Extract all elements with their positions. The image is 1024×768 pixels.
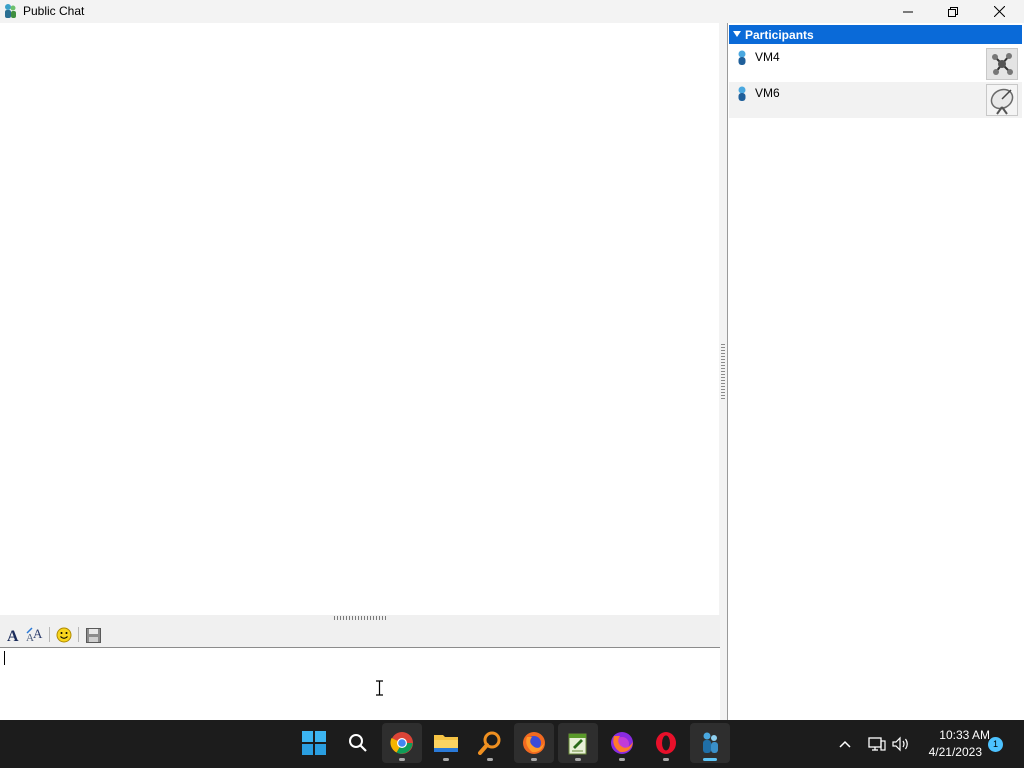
network-button[interactable]: [866, 733, 888, 755]
clock-date[interactable]: 4/21/2023: [916, 745, 982, 759]
user-icon: [738, 86, 746, 101]
collapse-arrow-icon: [733, 31, 741, 37]
network-icon: [868, 737, 886, 751]
volume-icon: [892, 736, 908, 752]
toolbar-separator: [78, 627, 79, 642]
minimize-button[interactable]: [885, 0, 931, 23]
opera-icon: [656, 732, 676, 754]
taskbar-firefox[interactable]: [514, 723, 554, 763]
close-icon: [993, 6, 1005, 17]
participants-header-label: Participants: [745, 28, 814, 42]
taskbar-opera[interactable]: [646, 723, 686, 763]
format-toolbar: [0, 622, 720, 648]
participants-header[interactable]: Participants: [729, 25, 1022, 44]
save-icon: [85, 627, 101, 643]
save-button[interactable]: [83, 625, 103, 645]
chat-messages-area[interactable]: [0, 23, 722, 615]
notification-badge[interactable]: 1: [988, 737, 1003, 752]
search-icon: [349, 734, 367, 752]
file-explorer-icon: [434, 735, 458, 752]
text-caret: [4, 651, 5, 665]
taskbar-search-app[interactable]: [470, 723, 510, 763]
chrome-icon: [390, 732, 413, 754]
search-app-icon: [478, 731, 501, 755]
molecule-avatar-icon: [986, 48, 1018, 80]
restore-button[interactable]: [930, 0, 976, 23]
taskbar-search-button[interactable]: [338, 723, 378, 763]
taskbar-messenger[interactable]: [690, 723, 730, 763]
firefox-nightly-icon: [611, 732, 633, 754]
title-bar: [0, 0, 1024, 23]
horizontal-splitter-grip[interactable]: [334, 616, 388, 620]
firefox-icon: [523, 732, 545, 754]
font-icon: A: [7, 628, 19, 643]
taskbar-file-explorer[interactable]: [426, 723, 466, 763]
participants-panel: [728, 23, 1024, 720]
volume-button[interactable]: [890, 733, 912, 755]
chevron-up-icon: [839, 740, 851, 748]
messenger-icon: [703, 732, 718, 753]
restore-icon: [948, 6, 958, 17]
user-icon: [738, 50, 746, 65]
start-button[interactable]: [294, 723, 334, 763]
vertical-splitter-grip[interactable]: [721, 344, 725, 400]
mouse-ibeam-cursor-icon: [375, 680, 384, 696]
taskbar-notepad[interactable]: [558, 723, 598, 763]
smiley-icon: [56, 627, 72, 643]
participant-name: VM4: [755, 50, 780, 64]
show-hidden-icons-button[interactable]: [834, 733, 856, 755]
close-button[interactable]: [976, 0, 1022, 23]
svg-text:A: A: [33, 627, 43, 641]
font-color-button[interactable]: A A: [25, 625, 45, 645]
taskbar-chrome[interactable]: [382, 723, 422, 763]
participant-item-vm6[interactable]: VM6: [729, 82, 1022, 118]
window-title: Public Chat: [23, 4, 85, 18]
clock-time[interactable]: 10:33 AM: [916, 728, 990, 742]
taskbar-firefox-nightly[interactable]: [602, 723, 642, 763]
svg-text:A: A: [7, 628, 19, 643]
message-input[interactable]: [0, 648, 720, 720]
participant-name: VM6: [755, 86, 780, 100]
notepad-icon: [568, 733, 587, 755]
font-button[interactable]: A: [3, 625, 23, 645]
toolbar-separator: [49, 627, 50, 642]
app-icon: [3, 3, 17, 19]
satellite-dish-avatar-icon: [986, 84, 1018, 116]
font-color-icon: A A: [26, 627, 43, 643]
minimize-icon: [903, 11, 913, 12]
start-icon: [302, 731, 326, 755]
emoticon-button[interactable]: [54, 625, 74, 645]
participant-item-vm4[interactable]: VM4: [729, 46, 1022, 82]
